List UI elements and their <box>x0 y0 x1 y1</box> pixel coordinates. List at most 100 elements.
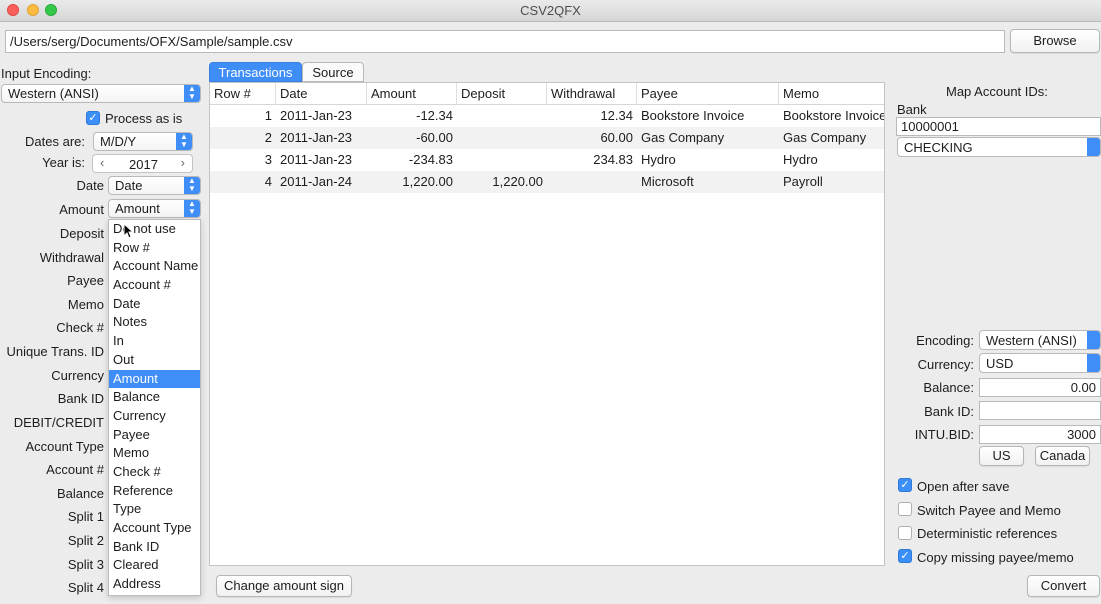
map-label-split-3: Split 3 <box>67 557 104 572</box>
process-as-is-checkbox[interactable]: ✓ <box>86 111 100 125</box>
balance-field[interactable]: 0.00 <box>979 378 1101 397</box>
dropdown-option[interactable]: Type <box>109 500 200 519</box>
bank-label: Bank <box>897 102 927 117</box>
map-label-balance: Balance <box>57 486 104 501</box>
map-label-account-type: Account Type <box>25 439 104 454</box>
column-header-memo[interactable]: Memo <box>779 83 884 105</box>
canada-button[interactable]: Canada <box>1035 446 1090 466</box>
title-bar: CSV2QFX <box>0 0 1101 22</box>
cell-memo: Payroll <box>783 174 823 189</box>
map-label-amount: Amount <box>59 202 104 217</box>
window-title: CSV2QFX <box>520 3 581 18</box>
dropdown-option[interactable]: In <box>109 332 200 351</box>
cell-row-number: 3 <box>264 152 272 167</box>
copy-missing-checkbox[interactable]: ✓ <box>898 549 912 563</box>
dropdown-option[interactable]: Bank ID <box>109 538 200 557</box>
map-label-split-2: Split 2 <box>67 533 104 548</box>
year-next-icon[interactable]: › <box>181 155 185 170</box>
tab-source[interactable]: Source <box>302 62 364 82</box>
file-path-input[interactable] <box>5 30 1005 53</box>
column-header-withdrawal[interactable]: Withdrawal <box>547 83 637 105</box>
year-prev-icon[interactable]: ‹ <box>100 155 104 170</box>
select-arrows-icon: ▲ ▼ <box>184 200 200 217</box>
output-encoding-select[interactable]: Western (ANSI) <box>979 330 1101 350</box>
column-header-row[interactable]: Row # <box>210 83 276 105</box>
select-arrows-icon: ▲ ▼ <box>184 177 200 194</box>
map-select-amount[interactable]: Amount ▲ ▼ <box>108 199 201 218</box>
us-button[interactable]: US <box>979 446 1024 466</box>
encoding-label: Encoding: <box>916 333 974 348</box>
input-encoding-select[interactable]: Western (ANSI) ▲ ▼ <box>1 84 201 103</box>
account-type-select[interactable]: CHECKING <box>897 137 1101 157</box>
input-encoding-value: Western (ANSI) <box>8 86 99 101</box>
intu-bid-field[interactable]: 3000 <box>979 425 1101 444</box>
convert-button[interactable]: Convert <box>1027 575 1100 597</box>
dates-format-select[interactable]: M/D/Y ▲ ▼ <box>93 132 193 151</box>
deterministic-references-checkbox[interactable] <box>898 526 912 540</box>
switch-payee-memo-checkbox[interactable] <box>898 502 912 516</box>
select-arrows-icon: ▲ ▼ <box>176 133 192 150</box>
year-stepper[interactable]: ‹ 2017 › <box>92 154 193 173</box>
table-row[interactable]: 3 2011-Jan-23 -234.83 234.83 Hydro Hydro <box>210 149 884 171</box>
dropdown-option-selected[interactable]: Amount <box>109 369 200 389</box>
input-encoding-label: Input Encoding: <box>1 66 92 81</box>
bank-id-field[interactable] <box>979 401 1101 420</box>
dropdown-option[interactable]: Balance <box>109 388 200 407</box>
dropdown-option[interactable]: Reference <box>109 482 200 501</box>
intu-bid-label: INTU.BID: <box>914 427 974 442</box>
table-row[interactable]: 4 2011-Jan-24 1,220.00 1,220.00 Microsof… <box>210 171 884 193</box>
map-label-split-1: Split 1 <box>67 509 104 524</box>
map-select-date[interactable]: Date ▲ ▼ <box>108 176 201 195</box>
dropdown-option[interactable]: Date <box>109 295 200 314</box>
map-label-deposit: Deposit <box>59 226 104 241</box>
cell-withdrawal: 60.00 <box>600 130 633 145</box>
cell-deposit: 1,220.00 <box>492 174 543 189</box>
transactions-table[interactable]: Row # Date Amount Deposit Withdrawal Pay… <box>209 82 885 566</box>
change-amount-sign-button[interactable]: Change amount sign <box>216 575 352 597</box>
account-type-value: CHECKING <box>904 140 973 155</box>
cell-withdrawal: 12.34 <box>600 108 633 123</box>
map-label-check: Check # <box>56 320 104 335</box>
column-header-date[interactable]: Date <box>276 83 367 105</box>
bank-id-label: Bank ID: <box>924 404 974 419</box>
dropdown-option[interactable]: Payee <box>109 426 200 445</box>
open-after-save-checkbox[interactable]: ✓ <box>898 478 912 492</box>
close-window-icon[interactable] <box>7 4 19 16</box>
dropdown-option[interactable]: Account # <box>109 276 200 295</box>
cell-amount: 1,220.00 <box>402 174 453 189</box>
minimize-window-icon[interactable] <box>27 4 39 16</box>
dropdown-option[interactable]: Notes <box>109 313 200 332</box>
dropdown-option[interactable]: Account Name <box>109 257 200 276</box>
column-header-payee[interactable]: Payee <box>637 83 779 105</box>
table-row[interactable]: 1 2011-Jan-23 -12.34 12.34 Bookstore Inv… <box>210 105 884 127</box>
zoom-window-icon[interactable] <box>45 4 57 16</box>
bank-account-field[interactable]: 10000001 <box>896 117 1101 136</box>
amount-dropdown-menu[interactable]: Do not use Row # Account Name Account # … <box>108 219 201 596</box>
map-label-withdrawal: Withdrawal <box>39 250 104 265</box>
cell-deposit <box>457 149 547 171</box>
column-header-deposit[interactable]: Deposit <box>457 83 547 105</box>
dropdown-option[interactable]: Currency <box>109 407 200 426</box>
map-label-unique-id: Unique Trans. ID <box>6 344 104 359</box>
currency-select[interactable]: USD <box>979 353 1101 373</box>
dropdown-option[interactable]: Address <box>109 575 200 594</box>
currency-value: USD <box>986 356 1014 371</box>
dropdown-option[interactable]: Check # <box>109 463 200 482</box>
dropdown-option[interactable]: Out <box>109 351 200 370</box>
dropdown-option[interactable]: Memo <box>109 444 200 463</box>
map-value-amount: Amount <box>115 201 160 216</box>
dropdown-option[interactable]: Cleared <box>109 556 200 575</box>
map-label-memo: Memo <box>67 297 104 312</box>
copy-missing-label: Copy missing payee/memo <box>917 550 1074 565</box>
browse-button[interactable]: Browse <box>1010 29 1100 53</box>
column-header-amount[interactable]: Amount <box>367 83 457 105</box>
map-value-date: Date <box>115 178 143 193</box>
table-row[interactable]: 2 2011-Jan-23 -60.00 60.00 Gas Company G… <box>210 127 884 149</box>
tab-transactions[interactable]: Transactions <box>209 62 302 82</box>
map-label-account-number: Account # <box>46 462 104 477</box>
cell-date: 2011-Jan-23 <box>280 130 353 145</box>
dropdown-option[interactable]: Account Type <box>109 519 200 538</box>
cell-amount: -60.00 <box>416 130 453 145</box>
dropdown-option[interactable]: Row # <box>109 239 200 258</box>
map-label-payee: Payee <box>67 273 104 288</box>
